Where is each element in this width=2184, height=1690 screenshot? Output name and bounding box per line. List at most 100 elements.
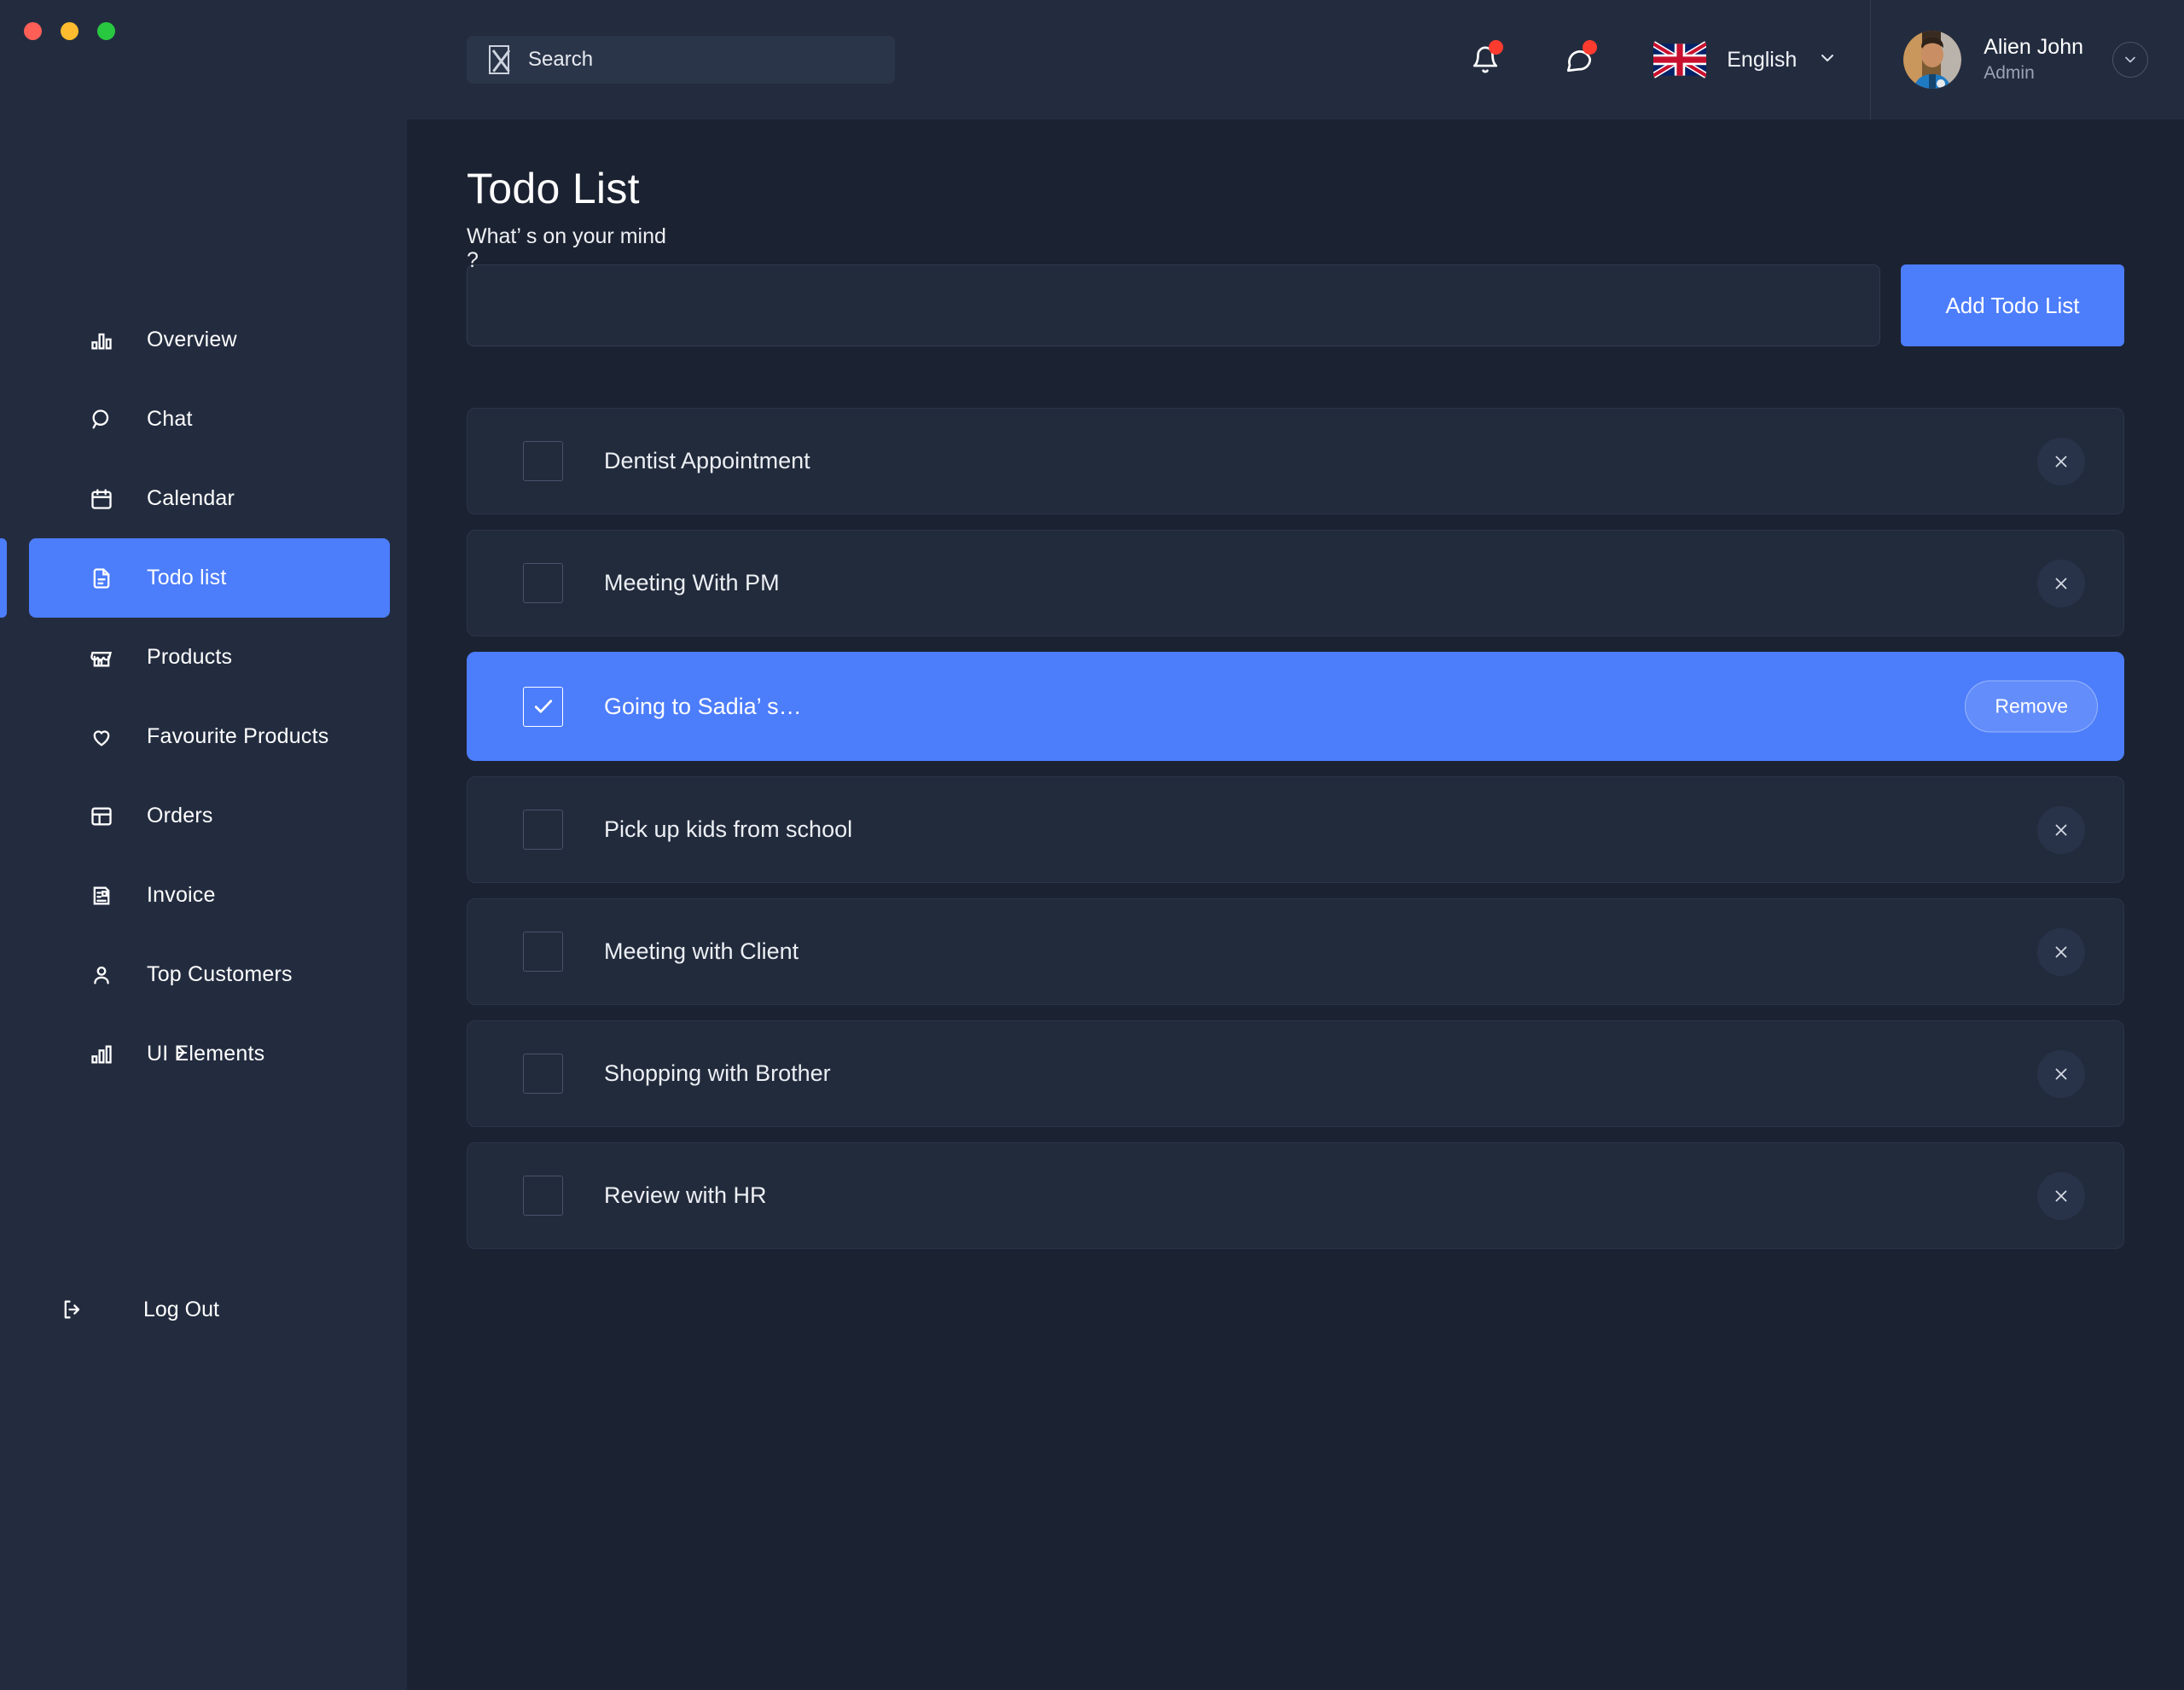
bar-chart-icon [89,328,114,353]
notifications-button[interactable] [1462,37,1508,83]
sidebar-item-favourite-products[interactable]: Favourite Products [29,697,390,776]
logout-icon [60,1297,85,1322]
window-controls [24,22,115,40]
invoice-icon [89,883,114,909]
todo-label: Meeting With PM [604,570,780,595]
sidebar-item-ui-elements[interactable]: UI Elements [29,1014,390,1094]
todo-row[interactable]: Shopping with Brother [467,1020,2124,1127]
sidebar-item-overview[interactable]: Overview [29,300,390,380]
message-badge [1583,40,1598,55]
compose-area: What’ s on your mind ? Add Todo List [467,224,2124,346]
todo-checkbox[interactable] [523,563,563,603]
todo-list: Dentist Appointment Meeting With PM Goin… [467,408,2124,1249]
sidebar-item-label: Products [147,645,233,669]
todo-checkbox[interactable] [523,810,563,850]
app-window: Overview Chat Calendar Todo list Product… [0,0,2184,1690]
todo-row[interactable]: Review with HR [467,1142,2124,1249]
sidebar-item-label: UI Elements [147,1042,265,1066]
sidebar-item-orders[interactable]: Orders [29,776,390,856]
todo-checkbox[interactable] [523,932,563,972]
delete-todo-button[interactable] [2037,1171,2085,1220]
delete-todo-button[interactable] [2037,927,2085,976]
heart-icon [89,724,114,750]
todo-row[interactable]: Meeting With PM [467,530,2124,636]
close-icon [2055,824,2067,835]
avatar [1903,31,1962,89]
todo-checkbox[interactable] [523,1054,563,1094]
search-input[interactable]: Search [467,36,895,84]
sidebar-item-products[interactable]: Products [29,618,390,697]
sidebar-item-todo-list[interactable]: Todo list [0,538,390,618]
todo-label: Shopping with Brother [604,1060,831,1086]
sidebar-item-invoice[interactable]: Invoice [29,856,390,935]
todo-checkbox[interactable] [523,1176,563,1216]
topbar: Search English Alien John Admin [407,0,2184,119]
store-icon [89,645,114,671]
language-selector[interactable]: English [1653,41,1838,78]
close-icon [2055,946,2067,957]
delete-todo-button[interactable] [2037,437,2085,485]
main-content: Todo List What’ s on your mind ? Add Tod… [407,119,2184,1690]
profile-role: Admin [1984,62,2035,83]
chevron-down-icon [2125,56,2135,63]
profile-dropdown-button[interactable] [2112,42,2148,78]
profile-text: Alien John Admin [1984,34,2083,86]
minimize-window-button[interactable] [61,22,78,40]
add-todo-button[interactable]: Add Todo List [1901,264,2124,346]
sidebar-item-chat[interactable]: Chat [29,380,390,459]
check-icon [534,700,552,713]
todo-input[interactable] [467,264,1880,346]
sidebar-item-label: Todo list [147,566,227,589]
bar-chart-icon [89,1042,114,1067]
layout-icon [89,804,114,829]
todo-row[interactable]: Dentist Appointment [467,408,2124,514]
sidebar-item-label: Calendar [147,486,235,510]
sidebar-item-calendar[interactable]: Calendar [29,459,390,538]
close-icon [2055,1068,2067,1079]
sidebar-item-label: Invoice [147,883,216,907]
delete-todo-button[interactable] [2037,805,2085,854]
close-icon [2055,1190,2067,1201]
maximize-window-button[interactable] [97,22,115,40]
close-window-button[interactable] [24,22,42,40]
todo-label: Meeting with Client [604,938,799,964]
sidebar: Overview Chat Calendar Todo list Product… [0,0,407,1690]
page-title: Todo List [467,165,640,212]
remove-todo-button[interactable]: Remove [1965,680,2098,733]
todo-row-selected[interactable]: Going to Sadia’ s… Remove [467,652,2124,761]
sidebar-item-label: Chat [147,407,193,431]
messages-button[interactable] [1556,37,1602,83]
search-icon [489,45,509,74]
todo-label: Pick up kids from school [604,816,853,842]
profile-name: Alien John [1984,34,2083,59]
calendar-icon [89,486,114,512]
todo-checkbox[interactable] [523,441,563,481]
sidebar-item-label: Favourite Products [147,724,329,748]
delete-todo-button[interactable] [2037,559,2085,607]
close-icon [2055,456,2067,467]
profile-menu[interactable]: Alien John Admin [1903,31,2184,89]
sidebar-item-label: Top Customers [147,962,293,986]
notification-badge [1489,40,1504,55]
todo-row[interactable]: Pick up kids from school [467,776,2124,883]
close-icon [2055,578,2067,589]
sidebar-item-top-customers[interactable]: Top Customers [29,935,390,1014]
document-icon [89,566,114,591]
topbar-actions: English Alien John Admin [1438,0,2184,119]
sidebar-item-label: Orders [147,804,213,828]
todo-label: Review with HR [604,1182,767,1208]
logout-label: Log Out [143,1297,219,1321]
todo-label: Going to Sadia’ s… [604,693,802,719]
sidebar-nav: Overview Chat Calendar Todo list Product… [0,300,407,1094]
logout-button[interactable]: Log Out [0,1280,407,1339]
sidebar-item-label: Overview [147,328,237,351]
chevron-down-icon [1817,48,1838,73]
delete-todo-button[interactable] [2037,1049,2085,1098]
todo-row[interactable]: Meeting with Client [467,898,2124,1005]
language-label: English [1727,47,1798,72]
topbar-divider [1870,0,1872,119]
todo-checkbox[interactable] [523,686,563,727]
uk-flag-icon [1653,41,1707,78]
search-placeholder: Search [528,48,594,71]
todo-label: Dentist Appointment [604,448,810,473]
